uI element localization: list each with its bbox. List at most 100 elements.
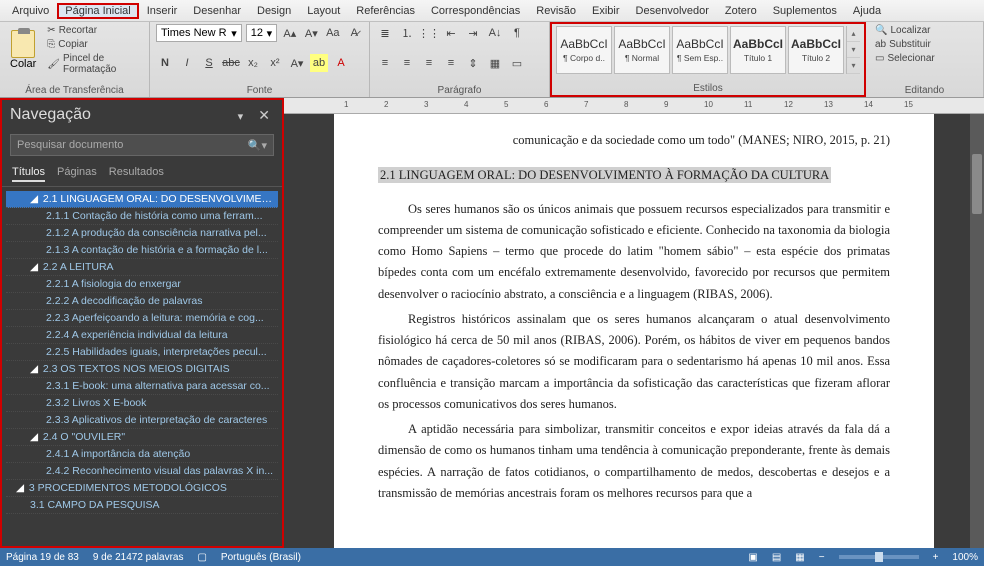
clear-format-button[interactable]: A̷: [346, 24, 363, 42]
style-normal[interactable]: AaBbCcI¶ Normal: [614, 26, 670, 74]
view-web-button[interactable]: ▦: [795, 552, 804, 563]
menu-desenvolvedor[interactable]: Desenvolvedor: [628, 3, 717, 19]
grow-font-button[interactable]: A▴: [281, 24, 298, 42]
menu-referencias[interactable]: Referências: [348, 3, 423, 19]
status-words[interactable]: 9 de 21472 palavras: [93, 552, 184, 563]
numbering-button[interactable]: ⒈: [398, 24, 416, 42]
underline-button[interactable]: S: [200, 54, 218, 72]
sort-button[interactable]: A↓: [486, 24, 504, 42]
tree-item[interactable]: 2.4.1 A importância da atenção: [6, 446, 278, 463]
subscript-button[interactable]: x₂: [244, 54, 262, 72]
doc-fragment-top: comunicação e da sociedade como um todo"…: [378, 130, 890, 151]
find-button[interactable]: 🔍Localizar: [872, 24, 977, 37]
tree-item[interactable]: ◢ 3 PROCEDIMENTOS METODOLÓGICOS: [6, 480, 278, 497]
view-print-button[interactable]: ▤: [772, 552, 781, 563]
cut-button[interactable]: ✂Recortar: [44, 24, 143, 37]
tree-item[interactable]: 2.2.1 A fisiologia do enxergar: [6, 276, 278, 293]
bullets-button[interactable]: ≣: [376, 24, 394, 42]
cursor-icon: ▭: [875, 53, 884, 64]
paste-button[interactable]: Colar: [6, 28, 40, 72]
tree-item[interactable]: ◢ 2.2 A LEITURA: [6, 259, 278, 276]
menu-desenhar[interactable]: Desenhar: [185, 3, 249, 19]
font-size-select[interactable]: 12▾: [246, 24, 277, 42]
status-spellcheck[interactable]: ▢: [197, 552, 206, 563]
tree-item[interactable]: ◢ 2.1 LINGUAGEM ORAL: DO DESENVOLVIMENTO…: [6, 191, 278, 208]
menu-pagina-inicial[interactable]: Página Inicial: [57, 3, 138, 19]
style-corpo[interactable]: AaBbCcI¶ Corpo d..: [556, 26, 612, 74]
font-name-select[interactable]: Times New R▾: [156, 24, 242, 42]
align-left-button[interactable]: ≡: [376, 54, 394, 72]
status-page[interactable]: Página 19 de 83: [6, 552, 79, 563]
highlight-button[interactable]: ab: [310, 54, 328, 72]
shading-button[interactable]: ▦: [486, 54, 504, 72]
multilevel-button[interactable]: ⋮⋮: [420, 24, 438, 42]
tree-item[interactable]: 3.1 CAMPO DA PESQUISA: [6, 497, 278, 514]
menu-layout[interactable]: Layout: [299, 3, 348, 19]
tree-item[interactable]: 2.1.1 Contação de história como uma ferr…: [6, 208, 278, 225]
tree-item[interactable]: 2.1.2 A produção da consciência narrativ…: [6, 225, 278, 242]
navpane-menu-icon[interactable]: ▾: [238, 111, 244, 123]
change-case-button[interactable]: Aa: [324, 24, 341, 42]
navpane-search-input[interactable]: Pesquisar documento 🔍▾: [10, 134, 274, 156]
align-right-button[interactable]: ≡: [420, 54, 438, 72]
copy-button[interactable]: ⎘Copiar: [44, 38, 143, 51]
navpane-close-button[interactable]: ✕: [254, 107, 274, 123]
select-button[interactable]: ▭Selecionar: [872, 52, 977, 65]
style-titulo1[interactable]: AaBbCcITítulo 1: [730, 26, 786, 74]
show-marks-button[interactable]: ¶: [508, 24, 526, 42]
replace-button[interactable]: abSubstituir: [872, 38, 977, 51]
tree-item[interactable]: 2.3.3 Aplicativos de interpretação de ca…: [6, 412, 278, 429]
menu-design[interactable]: Design: [249, 3, 299, 19]
tab-titulos[interactable]: Títulos: [12, 164, 45, 182]
borders-button[interactable]: ▭: [508, 54, 526, 72]
menu-arquivo[interactable]: Arquivo: [4, 3, 57, 19]
zoom-thumb[interactable]: [875, 552, 883, 562]
align-center-button[interactable]: ≡: [398, 54, 416, 72]
tree-item[interactable]: ◢ 2.4 O "OUVILER": [6, 429, 278, 446]
zoom-out-button[interactable]: −: [819, 552, 825, 563]
document-page[interactable]: comunicação e da sociedade como um todo"…: [334, 114, 934, 548]
italic-button[interactable]: I: [178, 54, 196, 72]
vertical-scrollbar[interactable]: [970, 114, 984, 548]
menu-correspondencias[interactable]: Correspondências: [423, 3, 528, 19]
style-titulo2[interactable]: AaBbCcITítulo 2: [788, 26, 844, 74]
font-color-button[interactable]: A: [332, 54, 350, 72]
tree-item[interactable]: 2.2.3 Aperfeiçoando a leitura: memória e…: [6, 310, 278, 327]
menu-suplementos[interactable]: Suplementos: [765, 3, 845, 19]
view-read-button[interactable]: ▣: [748, 552, 757, 563]
menu-inserir[interactable]: Inserir: [139, 3, 186, 19]
shrink-font-button[interactable]: A▾: [303, 24, 320, 42]
menu-exibir[interactable]: Exibir: [584, 3, 628, 19]
text-effects-button[interactable]: A▾: [288, 54, 306, 72]
horizontal-ruler[interactable]: 123456789101112131415: [284, 98, 984, 114]
tree-item[interactable]: 2.2.2 A decodificação de palavras: [6, 293, 278, 310]
increase-indent-button[interactable]: ⇥: [464, 24, 482, 42]
strike-button[interactable]: abc: [222, 54, 240, 72]
tree-item[interactable]: 2.4.2 Reconhecimento visual das palavras…: [6, 463, 278, 480]
menu-ajuda[interactable]: Ajuda: [845, 3, 889, 19]
style-gallery-scroll[interactable]: ▴▾▾: [846, 26, 860, 74]
tree-item[interactable]: 2.3.2 Livros X E-book: [6, 395, 278, 412]
tree-item[interactable]: 2.3.1 E-book: uma alternativa para acess…: [6, 378, 278, 395]
main-area: Navegação ▾ ✕ Pesquisar documento 🔍▾ Tít…: [0, 98, 984, 548]
superscript-button[interactable]: x²: [266, 54, 284, 72]
tree-item[interactable]: 2.2.5 Habilidades iguais, interpretações…: [6, 344, 278, 361]
menu-zotero[interactable]: Zotero: [717, 3, 765, 19]
tree-item[interactable]: ◢ 2.3 OS TEXTOS NOS MEIOS DIGITAIS: [6, 361, 278, 378]
decrease-indent-button[interactable]: ⇤: [442, 24, 460, 42]
status-language[interactable]: Português (Brasil): [221, 552, 301, 563]
zoom-slider[interactable]: [839, 555, 919, 559]
tab-paginas[interactable]: Páginas: [57, 164, 97, 182]
justify-button[interactable]: ≡: [442, 54, 460, 72]
tab-resultados[interactable]: Resultados: [109, 164, 164, 182]
zoom-level[interactable]: 100%: [952, 552, 978, 563]
tree-item[interactable]: 2.1.3 A contação de história e a formaçã…: [6, 242, 278, 259]
tree-item[interactable]: 2.2.4 A experiência individual da leitur…: [6, 327, 278, 344]
style-sem-esp[interactable]: AaBbCcI¶ Sem Esp..: [672, 26, 728, 74]
line-spacing-button[interactable]: ⇕: [464, 54, 482, 72]
zoom-in-button[interactable]: +: [933, 552, 939, 563]
format-painter-button[interactable]: 🖌Pincel de Formatação: [44, 52, 143, 76]
menu-revisao[interactable]: Revisão: [528, 3, 584, 19]
bold-button[interactable]: N: [156, 54, 174, 72]
scrollbar-thumb[interactable]: [972, 154, 982, 214]
